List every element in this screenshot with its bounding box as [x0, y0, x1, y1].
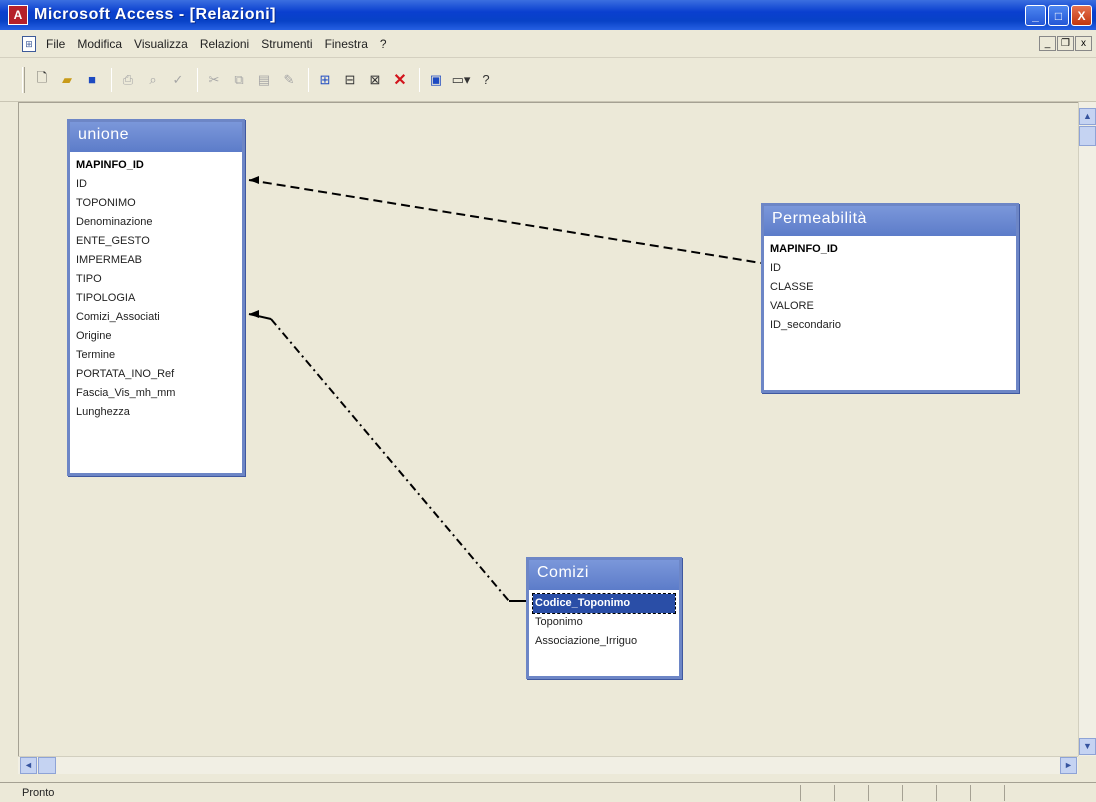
relationship-doc-icon[interactable]: ⊞ — [22, 35, 36, 52]
toolbar-separator — [197, 67, 198, 92]
field-item[interactable]: Comizi_Associati — [74, 308, 238, 327]
field-item[interactable]: Termine — [74, 346, 238, 365]
field-item[interactable]: IMPERMEAB — [74, 251, 238, 270]
status-panel — [902, 784, 936, 801]
field-item[interactable]: Fascia_Vis_mh_mm — [74, 384, 238, 403]
scroll-right-icon[interactable]: ► — [1060, 757, 1077, 774]
relation-arrow-icon — [249, 310, 259, 318]
access-app-icon[interactable]: A — [8, 5, 28, 25]
field-item[interactable]: TIPOLOGIA — [74, 289, 238, 308]
field-item-selected[interactable]: Codice_Toponimo — [532, 593, 676, 614]
field-item[interactable]: VALORE — [768, 297, 1012, 316]
field-item[interactable]: Toponimo — [533, 613, 675, 632]
save-icon[interactable]: ■ — [81, 69, 103, 91]
vertical-scrollbar[interactable]: ▲ ▼ — [1078, 102, 1096, 756]
field-item[interactable]: MAPINFO_ID — [768, 240, 1012, 259]
menu-finestra[interactable]: Finestra — [319, 37, 374, 51]
horizontal-scrollbar[interactable]: ◄ ► — [18, 756, 1078, 774]
field-item[interactable]: ID_secondario — [768, 316, 1012, 335]
status-panel — [1004, 784, 1038, 801]
toolbar-separator — [419, 67, 420, 92]
document-window-controls: _ ❐ x — [1039, 36, 1092, 51]
menu-relazioni[interactable]: Relazioni — [194, 37, 255, 51]
status-panel — [800, 784, 834, 801]
format-painter-icon[interactable]: ✎ — [278, 69, 300, 91]
relation-line-unione-permeabilita[interactable] — [248, 179, 762, 264]
toolbar-separator — [308, 67, 309, 92]
menu-strumenti[interactable]: Strumenti — [255, 37, 318, 51]
toolbar-separator — [111, 67, 112, 92]
show-table-icon[interactable]: ⊞ — [314, 69, 336, 91]
menu-visualizza[interactable]: Visualizza — [128, 37, 194, 51]
status-panel — [936, 784, 970, 801]
status-panel — [834, 784, 868, 801]
toolbar: 🗋 ▰ ■ ⎙ ⌕ ✓ ✂ ⧉ ▤ ✎ ⊞ ⊟ ⊠ ✕ ▣ ▭▾ ? — [0, 58, 1096, 102]
toolbar-grip[interactable] — [22, 66, 25, 93]
field-item[interactable]: MAPINFO_ID — [74, 156, 238, 175]
window-controls: _ □ X — [1025, 5, 1092, 26]
status-panel — [970, 784, 1004, 801]
field-item[interactable]: ENTE_GESTO — [74, 232, 238, 251]
menu-modifica[interactable]: Modifica — [71, 37, 128, 51]
minimize-button[interactable]: _ — [1025, 5, 1046, 26]
field-item[interactable]: TIPO — [74, 270, 238, 289]
table-title[interactable]: Comizi — [529, 560, 679, 590]
field-item[interactable]: Associazione_Irriguo — [533, 632, 675, 651]
relation-arrow-icon — [249, 176, 259, 184]
scroll-up-icon[interactable]: ▲ — [1079, 108, 1096, 125]
scroll-thumb[interactable] — [1079, 126, 1096, 146]
doc-minimize-button[interactable]: _ — [1039, 36, 1056, 51]
delete-icon[interactable]: ✕ — [389, 69, 411, 91]
field-item[interactable]: TOPONIMO — [74, 194, 238, 213]
show-all-relations-icon[interactable]: ⊠ — [364, 69, 386, 91]
doc-close-button[interactable]: x — [1075, 36, 1092, 51]
field-item[interactable]: Denominazione — [74, 213, 238, 232]
show-direct-icon[interactable]: ⊟ — [339, 69, 361, 91]
help-icon[interactable]: ? — [475, 69, 497, 91]
field-list[interactable]: MAPINFO_ID ID TOPONIMO Denominazione ENT… — [70, 152, 242, 426]
table-title[interactable]: Permeabilità — [764, 206, 1016, 236]
paste-icon[interactable]: ▤ — [253, 69, 275, 91]
maximize-button[interactable]: □ — [1048, 5, 1069, 26]
status-text: Pronto — [22, 786, 55, 799]
menu-bar: ⊞ File Modifica Visualizza Relazioni Str… — [0, 30, 1096, 58]
close-button[interactable]: X — [1071, 5, 1092, 26]
print-icon[interactable]: ⎙ — [117, 69, 139, 91]
table-window-permeabilita[interactable]: Permeabilità MAPINFO_ID ID CLASSE VALORE… — [761, 203, 1019, 393]
doc-restore-button[interactable]: ❐ — [1057, 36, 1074, 51]
spelling-icon[interactable]: ✓ — [167, 69, 189, 91]
field-list[interactable]: Codice_Toponimo Toponimo Associazione_Ir… — [529, 590, 679, 655]
status-bar: Pronto — [0, 782, 1096, 802]
scroll-left-icon[interactable]: ◄ — [20, 757, 37, 774]
table-title[interactable]: unione — [70, 122, 242, 152]
table-window-unione[interactable]: unione MAPINFO_ID ID TOPONIMO Denominazi… — [67, 119, 245, 476]
open-folder-icon[interactable]: ▰ — [56, 69, 78, 91]
scroll-thumb[interactable] — [38, 757, 56, 774]
field-item[interactable]: Origine — [74, 327, 238, 346]
table-window-comizi[interactable]: Comizi Codice_Toponimo Toponimo Associaz… — [526, 557, 682, 679]
relations-workspace[interactable]: unione MAPINFO_ID ID TOPONIMO Denominazi… — [18, 102, 1078, 756]
database-window-icon[interactable]: ▣ — [425, 69, 447, 91]
print-preview-icon[interactable]: ⌕ — [142, 69, 164, 91]
field-item[interactable]: CLASSE — [768, 278, 1012, 297]
copy-icon[interactable]: ⧉ — [228, 69, 250, 91]
title-bar: A Microsoft Access - [Relazioni] _ □ X — [0, 0, 1096, 30]
cut-icon[interactable]: ✂ — [203, 69, 225, 91]
menu-file[interactable]: File — [40, 37, 71, 51]
window-title: Microsoft Access - [Relazioni] — [34, 6, 277, 23]
scroll-down-icon[interactable]: ▼ — [1079, 738, 1096, 755]
field-item[interactable]: ID — [74, 175, 238, 194]
field-item[interactable]: ID — [768, 259, 1012, 278]
new-object-icon[interactable]: ▭▾ — [450, 69, 472, 91]
relation-line-unione-comizi[interactable] — [270, 318, 510, 602]
field-item[interactable]: Lunghezza — [74, 403, 238, 422]
status-panel — [868, 784, 902, 801]
field-list[interactable]: MAPINFO_ID ID CLASSE VALORE ID_secondari… — [764, 236, 1016, 339]
menu-help[interactable]: ? — [374, 37, 393, 51]
field-item[interactable]: PORTATA_INO_Ref — [74, 365, 238, 384]
new-icon[interactable]: 🗋 — [31, 69, 53, 91]
